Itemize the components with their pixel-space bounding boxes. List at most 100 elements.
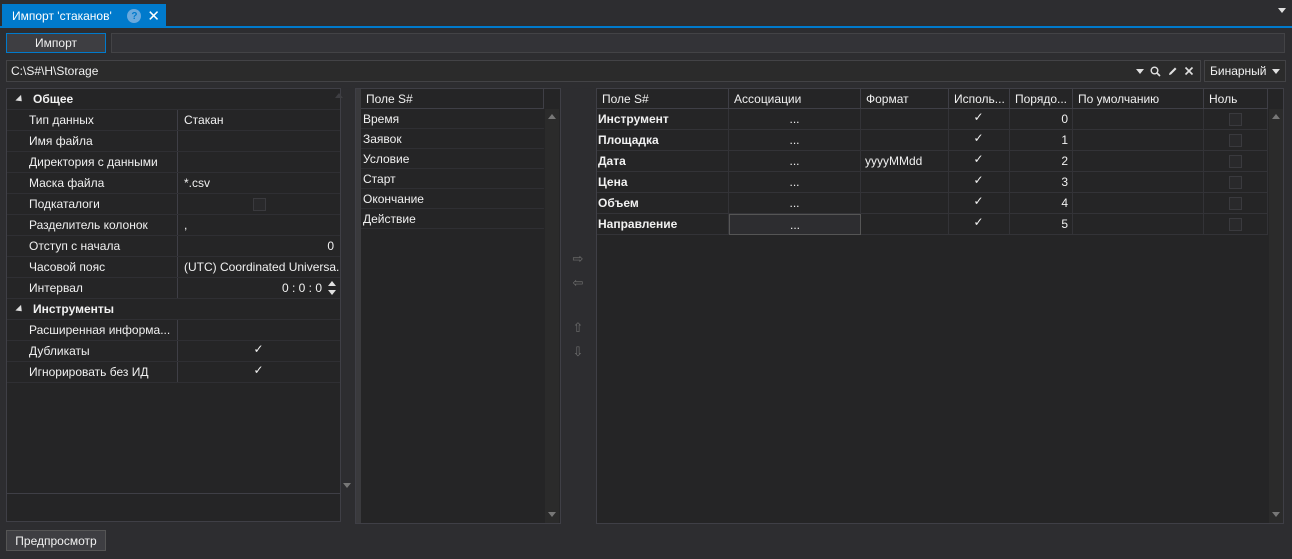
order-cell[interactable]: 3: [1010, 172, 1073, 193]
use-checkbox[interactable]: [973, 152, 986, 168]
property-timezone[interactable]: Часовой пояс (UTC) Coordinated Universa.…: [7, 257, 340, 278]
use-checkbox[interactable]: [973, 110, 986, 126]
timezone-value[interactable]: (UTC) Coordinated Universa...: [177, 257, 340, 277]
storage-format-select[interactable]: Бинарный: [1204, 60, 1286, 82]
list-item[interactable]: Заявок: [361, 129, 544, 149]
format-cell[interactable]: [861, 109, 949, 130]
interval-spinner[interactable]: [328, 281, 336, 295]
use-checkbox[interactable]: [973, 173, 986, 189]
list-item[interactable]: Старт: [361, 169, 544, 189]
vertical-scrollbar[interactable]: [1269, 109, 1283, 523]
use-checkbox[interactable]: [973, 194, 986, 210]
zero-checkbox[interactable]: [1229, 112, 1242, 126]
ignore-no-id-checkbox[interactable]: [253, 363, 266, 379]
order-cell[interactable]: 5: [1010, 214, 1073, 235]
data-dir-value[interactable]: [177, 152, 340, 172]
spin-down-icon[interactable]: [328, 290, 336, 295]
default-cell[interactable]: [1073, 172, 1204, 193]
list-item[interactable]: Время: [361, 109, 544, 129]
move-down-button[interactable]: ⇩: [567, 343, 589, 361]
file-name-value[interactable]: [177, 131, 340, 151]
property-extended-info[interactable]: Расширенная информа...: [7, 320, 340, 341]
scroll-up-icon[interactable]: [1272, 114, 1280, 119]
preview-button[interactable]: Предпросмотр: [6, 530, 106, 551]
property-file-name[interactable]: Имя файла: [7, 131, 340, 152]
property-separator[interactable]: Разделитель колонок ,: [7, 215, 340, 236]
category-instruments[interactable]: Инструменты: [7, 299, 340, 320]
zero-checkbox[interactable]: [1229, 154, 1242, 168]
move-up-button[interactable]: ⇧: [567, 319, 589, 337]
import-button[interactable]: Импорт: [6, 33, 106, 53]
import-status-field[interactable]: [111, 33, 1285, 53]
format-cell[interactable]: yyyyMMdd: [861, 151, 949, 172]
property-data-dir[interactable]: Директория с данными: [7, 152, 340, 173]
subdirs-checkbox[interactable]: [252, 197, 266, 211]
default-cell[interactable]: [1073, 109, 1204, 130]
default-cell[interactable]: [1073, 193, 1204, 214]
column-header-default[interactable]: По умолчанию: [1073, 89, 1204, 109]
scroll-up-icon[interactable]: [335, 93, 343, 98]
skip-lines-value[interactable]: 0: [177, 236, 340, 256]
scroll-up-icon[interactable]: [548, 114, 556, 119]
property-data-type[interactable]: Тип данных Стакан: [7, 110, 340, 131]
column-header-zero[interactable]: Ноль: [1204, 89, 1268, 109]
scroll-down-icon[interactable]: [548, 512, 556, 517]
list-item[interactable]: Условие: [361, 149, 544, 169]
add-field-button[interactable]: ⇨: [567, 250, 589, 268]
help-icon[interactable]: ?: [127, 9, 142, 23]
tab-menu-chevron-down-icon[interactable]: [1278, 8, 1286, 13]
search-icon[interactable]: [1150, 66, 1161, 77]
order-cell[interactable]: 2: [1010, 151, 1073, 172]
column-header-field[interactable]: Поле S#: [597, 89, 729, 109]
associations-button[interactable]: ...: [729, 151, 861, 172]
list-item[interactable]: Окончание: [361, 189, 544, 209]
zero-checkbox[interactable]: [1229, 217, 1242, 231]
format-cell[interactable]: [861, 172, 949, 193]
close-icon[interactable]: [1184, 66, 1194, 76]
zero-checkbox[interactable]: [1229, 133, 1242, 147]
property-file-mask[interactable]: Маска файла *.csv: [7, 173, 340, 194]
collapse-icon[interactable]: [15, 94, 25, 104]
property-interval[interactable]: Интервал 0 : 0 : 0: [7, 278, 340, 299]
property-subdirs[interactable]: Подкаталоги: [7, 194, 340, 215]
associations-button[interactable]: ...: [729, 214, 861, 235]
data-type-value[interactable]: Стакан: [177, 110, 340, 130]
associations-button[interactable]: ...: [729, 130, 861, 151]
property-duplicates[interactable]: Дубликаты: [7, 341, 340, 362]
use-checkbox[interactable]: [973, 215, 986, 231]
column-header-associations[interactable]: Ассоциации: [729, 89, 861, 109]
vertical-scrollbar[interactable]: [545, 109, 559, 523]
format-cell[interactable]: [861, 214, 949, 235]
order-cell[interactable]: 1: [1010, 130, 1073, 151]
property-ignore-no-id[interactable]: Игнорировать без ИД: [7, 362, 340, 383]
use-checkbox[interactable]: [973, 131, 986, 147]
order-cell[interactable]: 0: [1010, 109, 1073, 130]
pencil-icon[interactable]: [1167, 66, 1178, 77]
column-header-format[interactable]: Формат: [861, 89, 949, 109]
scroll-down-icon[interactable]: [343, 483, 351, 488]
storage-path-field[interactable]: C:\S#\H\Storage: [6, 60, 1201, 82]
order-cell[interactable]: 4: [1010, 193, 1073, 214]
remove-field-button[interactable]: ⇦: [567, 274, 589, 292]
associations-button[interactable]: ...: [729, 172, 861, 193]
file-mask-value[interactable]: *.csv: [177, 173, 340, 193]
column-header-use[interactable]: Исполь...: [949, 89, 1010, 109]
spin-up-icon[interactable]: [328, 281, 336, 286]
default-cell[interactable]: [1073, 214, 1204, 235]
default-cell[interactable]: [1073, 151, 1204, 172]
duplicates-checkbox[interactable]: [253, 342, 266, 358]
separator-value[interactable]: ,: [177, 215, 340, 235]
associations-button[interactable]: ...: [729, 193, 861, 214]
column-header-order[interactable]: Порядо...: [1010, 89, 1073, 109]
property-skip-lines[interactable]: Отступ с начала 0: [7, 236, 340, 257]
interval-value[interactable]: 0 : 0 : 0: [177, 278, 340, 298]
category-general[interactable]: Общее: [7, 89, 340, 110]
zero-checkbox[interactable]: [1229, 175, 1242, 189]
format-cell[interactable]: [861, 193, 949, 214]
extended-info-value[interactable]: [177, 320, 340, 340]
list-item[interactable]: Действие: [361, 209, 544, 229]
associations-button[interactable]: ...: [729, 109, 861, 130]
scroll-down-icon[interactable]: [1272, 512, 1280, 517]
default-cell[interactable]: [1073, 130, 1204, 151]
format-cell[interactable]: [861, 130, 949, 151]
